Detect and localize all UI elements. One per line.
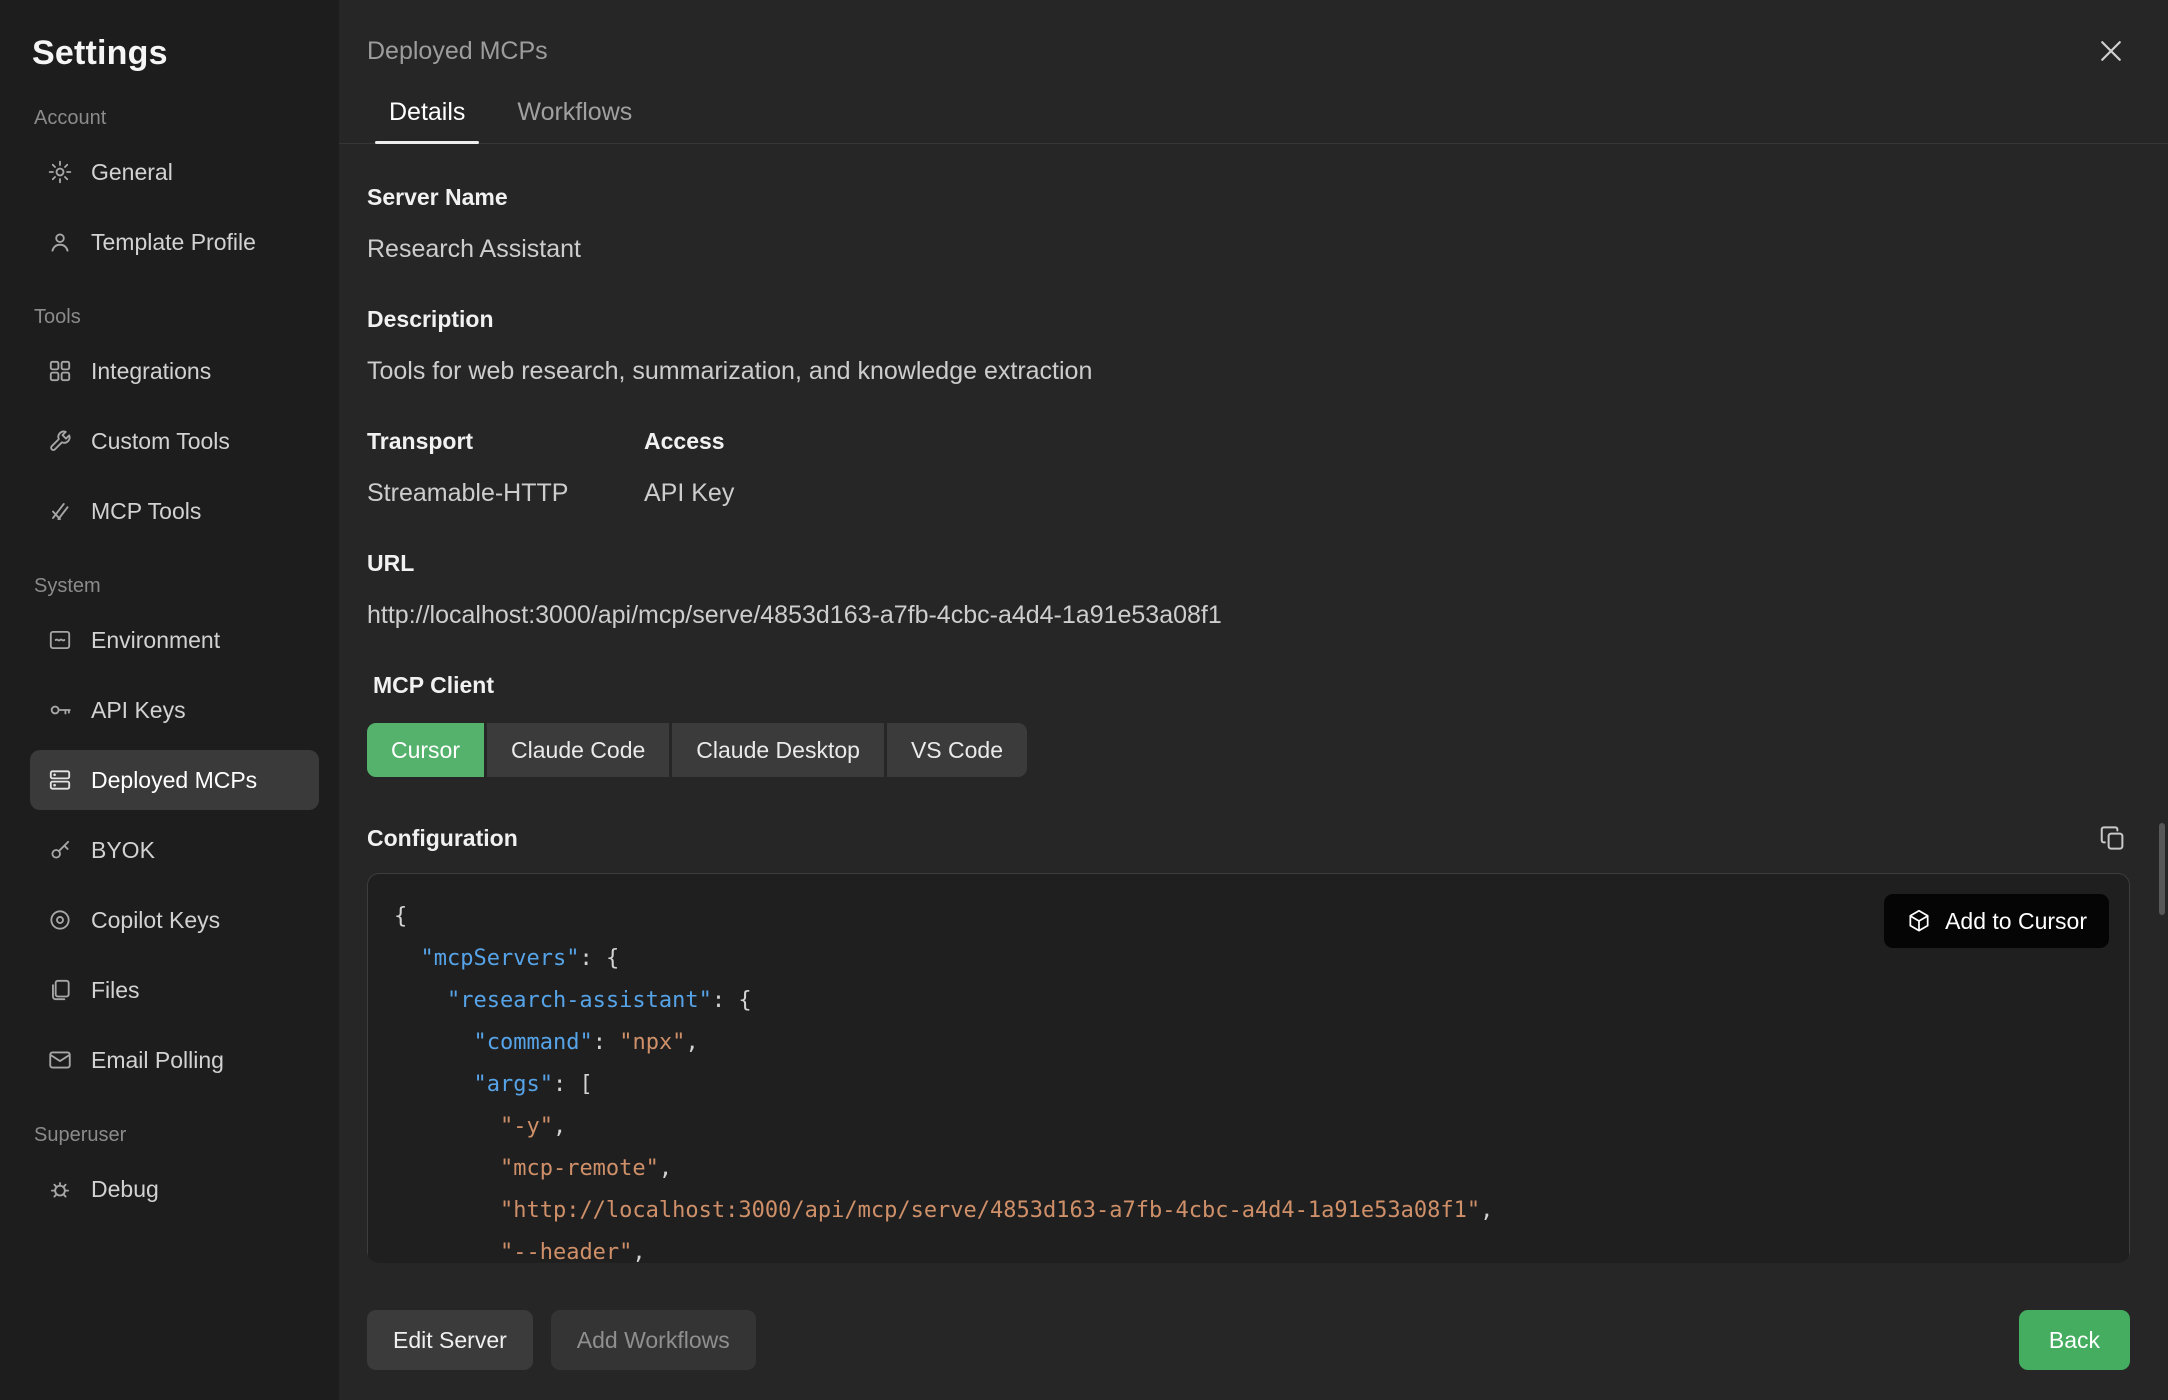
key-icon [46,696,74,724]
cursor-cube-icon [1906,908,1932,934]
access-label: Access [644,428,2130,455]
access-value: API Key [644,479,2130,508]
sidebar: Settings Account General Template Profile T… [0,0,339,1400]
configuration-label: Configuration [367,825,518,852]
sidebar-item-label: BYOK [91,837,155,864]
main-header: Deployed MCPs [339,0,2168,70]
sidebar-item-mcp-tools[interactable]: MCP Tools [30,481,319,541]
code-line: "--header", [394,1232,2103,1263]
sidebar-item-api-keys[interactable]: API Keys [30,680,319,740]
add-to-cursor-button[interactable]: Add to Cursor [1884,894,2109,948]
bug-icon [46,1175,74,1203]
add-to-cursor-label: Add to Cursor [1945,908,2087,935]
details-content: Server Name Research Assistant Descripti… [339,144,2168,1284]
sidebar-item-label: Environment [91,627,220,654]
scrollbar-thumb[interactable] [2159,823,2165,915]
sidebar-item-label: API Keys [91,697,186,724]
settings-modal: Settings Account General Template Profile T… [0,0,2168,1400]
tab-details[interactable]: Details [367,86,487,143]
mcp-client-segments: CursorClaude CodeClaude DesktopVS Code [367,723,2130,777]
sidebar-section-tools: Tools [34,306,319,329]
code-lines: { "mcpServers": { "research-assistant": … [394,896,2103,1263]
close-button[interactable] [2092,32,2130,70]
transport-access-grid: Transport Access Streamable-HTTP API Key [367,428,2130,508]
sidebar-item-label: Copilot Keys [91,907,220,934]
sidebar-item-label: General [91,159,173,186]
url-value: http://localhost:3000/api/mcp/serve/4853… [367,601,2130,630]
environment-icon [46,626,74,654]
sidebar-item-general[interactable]: General [30,142,319,202]
tab-workflows[interactable]: Workflows [495,86,654,143]
transport-label: Transport [367,428,644,455]
mcp-client-group: MCP Client CursorClaude CodeClaude Deskt… [367,672,2130,777]
tab-bar: DetailsWorkflows [339,86,2168,144]
sidebar-item-label: Integrations [91,358,211,385]
code-line: "mcpServers": { [394,938,2103,980]
add-workflows-button[interactable]: Add Workflows [551,1310,756,1370]
code-line: "command": "npx", [394,1022,2103,1064]
sidebar-item-label: MCP Tools [91,498,201,525]
main-panel: Deployed MCPs DetailsWorkflows Server Na… [339,0,2168,1400]
sidebar-section-account: Account [34,107,319,130]
close-icon [2096,36,2126,66]
settings-title: Settings [32,34,319,73]
copy-config-button[interactable] [2096,821,2130,855]
client-claude-desktop[interactable]: Claude Desktop [672,723,884,777]
server-name-label: Server Name [367,184,2130,211]
sidebar-item-label: Files [91,977,140,1004]
sidebar-item-integrations[interactable]: Integrations [30,341,319,401]
sidebar-item-byok[interactable]: BYOK [30,820,319,880]
sidebar-item-label: Template Profile [91,229,256,256]
footer: Edit Server Add Workflows Back [339,1284,2168,1400]
code-line: "research-assistant": { [394,980,2103,1022]
sidebar-item-copilot-keys[interactable]: Copilot Keys [30,890,319,950]
sidebar-item-custom-tools[interactable]: Custom Tools [30,411,319,471]
mcp-client-label: MCP Client [373,672,2130,699]
configuration-code-clip: { "mcpServers": { "research-assistant": … [367,873,2130,1263]
edit-server-button[interactable]: Edit Server [367,1310,533,1370]
files-icon [46,976,74,1004]
sidebar-section-superuser: Superuser [34,1124,319,1147]
sidebar-item-template-profile[interactable]: Template Profile [30,212,319,272]
clipboard-icon [2098,823,2128,853]
sidebar-item-label: Debug [91,1176,159,1203]
sidebar-item-environment[interactable]: Environment [30,610,319,670]
code-line: "-y", [394,1106,2103,1148]
configuration-row: Configuration [367,821,2130,855]
url-label: URL [367,550,2130,577]
transport-value: Streamable-HTTP [367,479,644,508]
sidebar-item-email-polling[interactable]: Email Polling [30,1030,319,1090]
server-name-value: Research Assistant [367,235,2130,264]
byok-icon [46,836,74,864]
sidebar-item-label: Deployed MCPs [91,767,257,794]
wrench-icon [46,427,74,455]
grid-icon [46,357,74,385]
mail-icon [46,1046,74,1074]
mcp-icon [46,497,74,525]
code-line: "mcp-remote", [394,1148,2103,1190]
server-icon [46,766,74,794]
configuration-code-block: { "mcpServers": { "research-assistant": … [367,873,2130,1263]
sidebar-nav: Account General Template Profile Tools Integ… [30,107,319,1219]
back-button[interactable]: Back [2019,1310,2130,1370]
user-icon [46,228,74,256]
sidebar-item-label: Custom Tools [91,428,230,455]
page-title: Deployed MCPs [367,37,548,66]
sidebar-item-label: Email Polling [91,1047,224,1074]
client-claude-code[interactable]: Claude Code [487,723,669,777]
gear-icon [46,158,74,186]
client-vs-code[interactable]: VS Code [887,723,1027,777]
code-line: "http://localhost:3000/api/mcp/serve/485… [394,1190,2103,1232]
sidebar-item-debug[interactable]: Debug [30,1159,319,1219]
description-label: Description [367,306,2130,333]
code-line: { [394,896,2103,938]
sidebar-section-system: System [34,575,319,598]
description-value: Tools for web research, summarization, a… [367,357,2130,386]
client-cursor[interactable]: Cursor [367,723,484,777]
target-icon [46,906,74,934]
sidebar-item-files[interactable]: Files [30,960,319,1020]
code-line: "args": [ [394,1064,2103,1106]
sidebar-item-deployed-mcps[interactable]: Deployed MCPs [30,750,319,810]
